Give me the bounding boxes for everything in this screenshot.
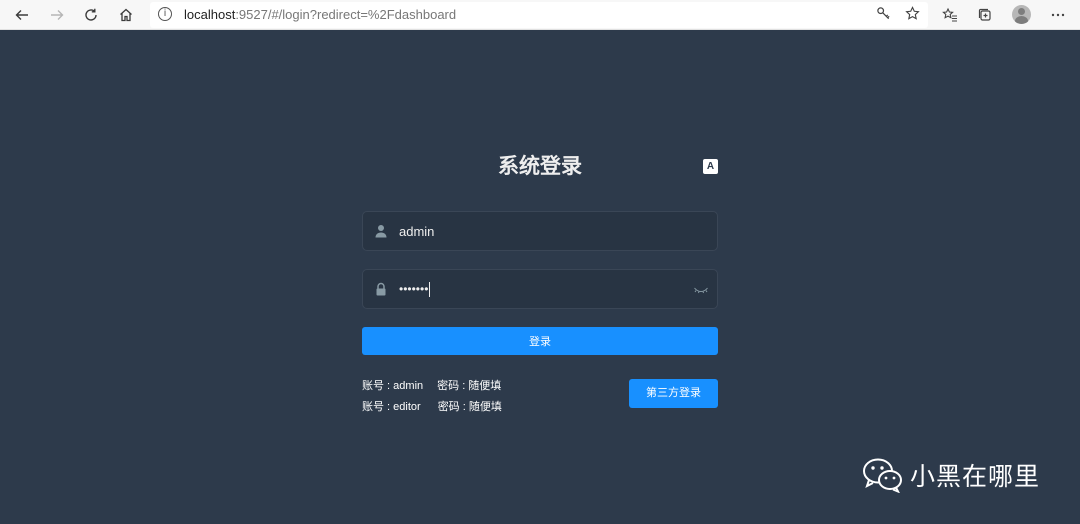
favorites-button[interactable] [938,3,962,27]
info-icon[interactable]: i [158,7,172,21]
tip-account: 账号 : admin [362,380,424,392]
wechat-icon [863,458,902,493]
password-field[interactable]: ••••••• [362,269,718,309]
login-button[interactable]: 登录 [362,327,718,355]
arrow-left-icon [15,10,28,20]
tip-account: 账号 : editor [362,401,421,413]
watermark-text: 小黑在哪里 [910,463,1041,491]
more-dots-icon [1051,13,1065,17]
back-button[interactable] [10,3,34,27]
browser-toolbar: i localhost:9527/#/login?redirect=%2Fdas… [0,0,1080,30]
profile-avatar[interactable] [1012,5,1031,24]
language-switch-icon[interactable]: A [703,159,718,174]
refresh-button[interactable] [79,3,103,27]
address-bar[interactable]: i localhost:9527/#/login?redirect=%2Fdas… [150,2,928,28]
favorites-list-icon [942,7,957,22]
url-text[interactable]: localhost:9527/#/login?redirect=%2Fdashb… [184,7,456,22]
refresh-icon [85,8,97,21]
eye-closed-icon[interactable] [693,282,709,296]
collections-button[interactable] [973,3,997,27]
home-icon [120,8,132,22]
home-button[interactable] [114,3,138,27]
collections-icon [978,8,991,21]
forward-button[interactable] [45,3,69,27]
username-field[interactable]: admin [362,211,718,251]
username-value[interactable]: admin [399,223,434,240]
third-party-login-button[interactable]: 第三方登录 [629,379,718,408]
arrow-right-icon [51,10,64,20]
lock-icon [376,282,386,296]
tip-password: 密码 : 随便填 [437,380,502,392]
tips-row-1: 账号 : admin 密码 : 随便填 [362,379,501,393]
page-title: 系统登录 [498,155,582,178]
favorite-star-icon[interactable] [905,6,920,24]
tip-password: 密码 : 随便填 [437,401,502,413]
more-button[interactable] [1046,3,1070,27]
text-caret [429,282,431,298]
key-icon[interactable] [876,6,891,24]
tips-row-2: 账号 : editor 密码 : 随便填 [362,400,502,414]
user-icon [375,225,387,238]
watermark: 小黑在哪里 [862,455,1040,495]
password-value[interactable]: ••••••• [399,281,431,298]
